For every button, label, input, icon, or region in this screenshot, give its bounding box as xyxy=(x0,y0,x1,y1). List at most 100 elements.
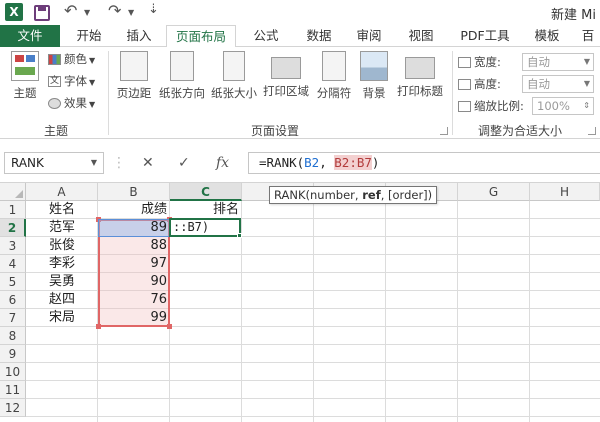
tab-review[interactable]: 审阅 xyxy=(348,25,390,47)
name-box[interactable]: RANK ▼ xyxy=(4,152,104,174)
formula-ref-b2-b7: B2:B7 xyxy=(334,155,372,170)
ribbon-body: 主题 颜色▼ 文字体▼ 效果▼ 主题 页边距 纸张方向 纸张大小 打印区域 xyxy=(0,47,600,139)
print-area-button[interactable]: 打印区域 xyxy=(262,51,310,99)
cell-b6[interactable]: 76 xyxy=(98,291,170,309)
cell-b2[interactable]: 89 xyxy=(98,219,170,237)
cell-a1[interactable]: 姓名 xyxy=(26,201,98,219)
column-header-h[interactable]: H xyxy=(530,183,600,201)
cell-b1[interactable]: 成绩 xyxy=(98,201,170,219)
row-header-4[interactable]: 4 xyxy=(0,255,26,273)
title-bar: X ↶ ▼ ↷ ▼ ⇣ 新建 Mi xyxy=(0,0,600,25)
row-header-11[interactable]: 11 xyxy=(0,381,26,399)
customize-qat-icon[interactable]: ⇣ xyxy=(148,2,159,17)
margins-button[interactable]: 页边距 xyxy=(114,51,154,101)
enter-icon[interactable]: ✓ xyxy=(178,152,190,174)
colors-button[interactable]: 颜色 ▼ xyxy=(48,50,95,68)
tab-templates[interactable]: 模板 xyxy=(526,25,568,47)
width-label: 宽度: xyxy=(458,53,501,71)
theme-group-label: 主题 xyxy=(43,124,68,138)
background-button[interactable]: 背景 xyxy=(358,51,390,101)
column-header-c[interactable]: C xyxy=(170,183,242,201)
cell-a5[interactable]: 吴勇 xyxy=(26,273,98,291)
redo-icon[interactable]: ↷ xyxy=(108,1,121,20)
scale-icon xyxy=(458,101,471,112)
active-cell-c2[interactable]: ::B7) xyxy=(169,218,241,237)
tooltip-ref-arg[interactable]: ref xyxy=(362,188,380,202)
name-box-dropdown-icon[interactable]: ▼ xyxy=(91,153,97,173)
row-header-7[interactable]: 7 xyxy=(0,309,26,327)
tab-home[interactable]: 开始 xyxy=(68,25,110,47)
row-header-8[interactable]: 8 xyxy=(0,327,26,345)
cell-a3[interactable]: 张俊 xyxy=(26,237,98,255)
undo-icon[interactable]: ↶ xyxy=(64,1,77,20)
breaks-button[interactable]: 分隔符 xyxy=(314,51,354,101)
save-icon[interactable] xyxy=(34,5,50,21)
ribbon-tabs: 文件 开始 插入 页面布局 公式 数据 审阅 视图 PDF工具 模板 百 xyxy=(0,25,600,48)
fill-handle[interactable] xyxy=(237,233,242,238)
cancel-icon[interactable]: ✕ xyxy=(142,152,154,174)
tab-insert[interactable]: 插入 xyxy=(118,25,160,47)
formula-input[interactable]: =RANK(B2, B2:B7) xyxy=(248,152,600,174)
paper-size-icon xyxy=(223,51,245,81)
cell-b3[interactable]: 88 xyxy=(98,237,170,255)
scale-launcher-icon[interactable] xyxy=(588,127,596,135)
row-header-6[interactable]: 6 xyxy=(0,291,26,309)
column-header-a[interactable]: A xyxy=(26,183,98,201)
scale-label: 缩放比例: xyxy=(458,97,524,115)
scale-spinner[interactable]: 100% ⇕ xyxy=(532,97,594,115)
cell-c1[interactable]: 排名 xyxy=(170,201,242,219)
fonts-icon: 文 xyxy=(48,76,61,87)
undo-dropdown-icon[interactable]: ▼ xyxy=(84,8,90,17)
formula-bar-buttons: ⋮ ✕ ✓ fx xyxy=(112,152,244,174)
select-all-corner[interactable] xyxy=(0,183,26,201)
formula-prefix: =RANK( xyxy=(259,155,305,170)
height-dropdown-icon: ▼ xyxy=(583,79,590,88)
row-header-5[interactable]: 5 xyxy=(0,273,26,291)
cell-b5[interactable]: 90 xyxy=(98,273,170,291)
tab-more[interactable]: 百 xyxy=(576,25,600,47)
effects-button[interactable]: 效果 ▼ xyxy=(48,94,95,112)
formula-suffix: ) xyxy=(371,155,380,170)
width-select[interactable]: 自动 ▼ xyxy=(522,53,594,71)
row-header-10[interactable]: 10 xyxy=(0,363,26,381)
orientation-button[interactable]: 纸张方向 xyxy=(158,51,206,101)
breaks-label: 分隔符 xyxy=(316,86,352,100)
scale-value: 100% xyxy=(537,99,570,113)
tab-pdf-tools[interactable]: PDF工具 xyxy=(452,25,518,47)
column-header-g[interactable]: G xyxy=(458,183,530,201)
tab-data[interactable]: 数据 xyxy=(298,25,340,47)
page-setup-launcher-icon[interactable] xyxy=(440,127,448,135)
row-header-9[interactable]: 9 xyxy=(0,345,26,363)
worksheet-grid[interactable]: A B C D E F G H 1 2 3 4 5 6 7 8 9 10 11 … xyxy=(0,183,600,422)
fonts-button[interactable]: 文字体 ▼ xyxy=(48,72,95,90)
row-header-2[interactable]: 2 xyxy=(0,219,26,237)
themes-button[interactable]: 主题 xyxy=(8,51,42,101)
tab-formulas[interactable]: 公式 xyxy=(246,25,286,47)
cell-b4[interactable]: 97 xyxy=(98,255,170,273)
row-header-12[interactable]: 12 xyxy=(0,399,26,417)
cell-b7[interactable]: 99 xyxy=(98,309,170,327)
size-button[interactable]: 纸张大小 xyxy=(210,51,258,101)
formula-comma: , xyxy=(319,155,327,170)
tab-page-layout[interactable]: 页面布局 xyxy=(166,25,236,48)
excel-window: X ↶ ▼ ↷ ▼ ⇣ 新建 Mi 文件 开始 插入 页面布局 公式 数据 审阅… xyxy=(0,0,600,422)
grid-line xyxy=(313,201,314,422)
column-header-b[interactable]: B xyxy=(98,183,170,201)
cell-a7[interactable]: 宋局 xyxy=(26,309,98,327)
excel-app-icon[interactable]: X xyxy=(5,3,23,21)
insert-function-icon[interactable]: fx xyxy=(216,152,229,174)
row-header-3[interactable]: 3 xyxy=(0,237,26,255)
cell-a6[interactable]: 赵四 xyxy=(26,291,98,309)
row-header-1[interactable]: 1 xyxy=(0,201,26,219)
cell-a2[interactable]: 范军 xyxy=(26,219,98,237)
print-titles-label: 打印标题 xyxy=(397,84,443,98)
height-select[interactable]: 自动 ▼ xyxy=(522,75,594,93)
tab-file[interactable]: 文件 xyxy=(0,25,60,47)
height-icon xyxy=(458,79,471,90)
tab-view[interactable]: 视图 xyxy=(400,25,442,47)
print-area-icon xyxy=(271,57,301,79)
print-titles-button[interactable]: 打印标题 xyxy=(394,51,446,99)
redo-dropdown-icon[interactable]: ▼ xyxy=(128,8,134,17)
cell-a4[interactable]: 李彩 xyxy=(26,255,98,273)
drag-handle-icon[interactable]: ⋮ xyxy=(112,152,126,174)
